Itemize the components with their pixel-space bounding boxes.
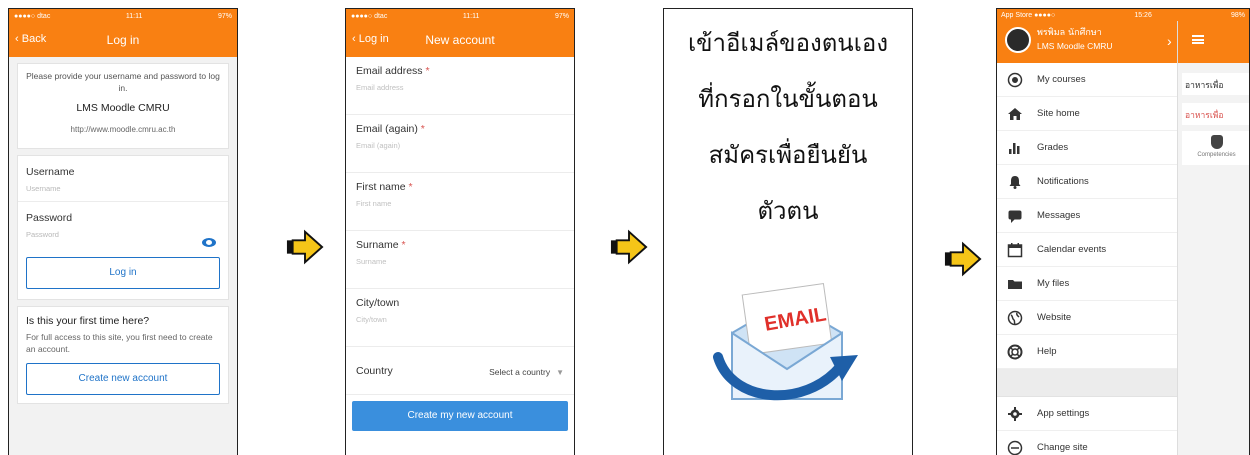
menu-item-my-courses[interactable]: My courses — [997, 63, 1177, 97]
surname-field[interactable]: Surname * Surname — [346, 231, 574, 289]
battery-label: 97% — [217, 12, 232, 20]
folder-icon — [1008, 279, 1022, 289]
arrow-right-icon — [286, 229, 324, 265]
create-my-account-button[interactable]: Create my new account — [352, 401, 568, 431]
email-again-field[interactable]: Email (again) * Email (again) — [346, 115, 574, 173]
status-bar: ●●●●○ dtac 11:11 97% — [9, 9, 237, 23]
site-url: http://www.moodle.cmru.ac.th — [70, 125, 176, 134]
bar-chart-icon — [1009, 142, 1020, 154]
instruction-panel: เข้าอีเมล์ของตนเอง ที่กรอกในขั้นตอน สมัค… — [663, 8, 913, 455]
instruction-line-3: สมัครเพื่อยืนยัน — [708, 141, 868, 169]
lifebuoy-icon — [1007, 344, 1023, 359]
caret-down-icon: ▼ — [556, 367, 564, 377]
new-account-screen: ●●●●○ dtac 11:11 97% ‹ Log in New accoun… — [345, 8, 575, 455]
change-site-icon — [1007, 440, 1023, 455]
user-header[interactable]: พรพิมล นักศึกษา LMS Moodle CMRU › — [997, 21, 1177, 63]
site-name: LMS Moodle CMRU — [76, 102, 170, 114]
menu-item-notifications[interactable]: Notifications — [997, 165, 1177, 199]
first-time-text: For full access to this site, you first … — [26, 332, 213, 354]
avatar — [1005, 27, 1031, 53]
app-menu-screen: App Store ●●●●○ 15:26 98% พรพิมล นักศึกษ… — [996, 8, 1250, 455]
course-item-active[interactable]: อาหารเพื่อ — [1182, 103, 1249, 125]
bell-icon — [1009, 175, 1021, 189]
nav-bar: ‹ Back Log in — [9, 23, 237, 57]
first-time-card: Is this your first time here? For full a… — [17, 306, 229, 404]
username-field[interactable]: Username Username — [18, 156, 228, 202]
menu-item-my-files[interactable]: My files — [997, 267, 1177, 301]
medal-icon — [1210, 135, 1223, 149]
city-field[interactable]: City/town City/town — [346, 289, 574, 347]
signup-form: Email address * Email address Email (aga… — [346, 57, 574, 431]
login-button[interactable]: Log in — [26, 257, 220, 289]
radio-icon — [1007, 72, 1023, 87]
back-button[interactable]: ‹ Log in — [352, 33, 389, 45]
hamburger-icon[interactable] — [1192, 35, 1204, 44]
instruction-line-2: ที่กรอกในขั้นตอน — [698, 85, 878, 113]
user-name: พรพิมล นักศึกษา — [1037, 28, 1102, 38]
side-menu: My courses Site home Grades Notification… — [997, 63, 1177, 455]
carrier-label: ●●●●○ dtac — [14, 12, 51, 20]
status-bar: ●●●●○ dtac 11:11 97% — [346, 9, 574, 23]
nav-bar: ‹ Log in New account — [346, 23, 574, 57]
course-header — [1178, 21, 1249, 63]
site-name: LMS Moodle CMRU — [1037, 41, 1113, 51]
menu-item-site-home[interactable]: Site home — [997, 97, 1177, 131]
first-time-question: Is this your first time here? — [26, 315, 150, 327]
login-form: Username Username Password Password Log … — [17, 155, 229, 300]
menu-item-change-site[interactable]: Change site — [997, 431, 1177, 455]
course-item[interactable]: อาหารเพื่อ — [1182, 73, 1249, 95]
back-button[interactable]: ‹ Back — [15, 33, 46, 45]
calendar-icon — [1007, 242, 1023, 257]
menu-item-grades[interactable]: Grades — [997, 131, 1177, 165]
chat-icon — [1008, 210, 1022, 223]
password-field[interactable]: Password Password — [18, 202, 228, 247]
chevron-right-icon: › — [1167, 33, 1172, 49]
tutorial-strip: ●●●●○ dtac 11:11 97% ‹ Back Log in Pleas… — [0, 0, 1250, 455]
home-icon — [1008, 107, 1022, 120]
site-intro-card: Please provide your username and passwor… — [17, 63, 229, 149]
email-envelope-icon: EMAIL — [713, 283, 858, 401]
login-screen: ●●●●○ dtac 11:11 97% ‹ Back Log in Pleas… — [8, 8, 238, 455]
status-bar: App Store ●●●●○ 15:26 98% — [997, 9, 1249, 21]
menu-item-app-settings[interactable]: App settings — [997, 397, 1177, 431]
menu-item-help[interactable]: Help — [997, 335, 1177, 369]
country-select[interactable]: Country Select a country ▼ — [346, 347, 574, 395]
menu-item-messages[interactable]: Messages — [997, 199, 1177, 233]
menu-item-calendar-events[interactable]: Calendar events — [997, 233, 1177, 267]
create-account-button[interactable]: Create new account — [26, 363, 220, 395]
globe-icon — [1007, 310, 1023, 325]
course-panel: อาหารเพื่อ อาหารเพื่อ Competencies — [1177, 21, 1249, 455]
instruction-line-1: เข้าอีเมล์ของตนเอง — [687, 29, 889, 57]
time-label: 11:11 — [125, 12, 143, 20]
intro-text: Please provide your username and passwor… — [26, 71, 220, 93]
instruction-line-4: ตัวตน — [757, 197, 819, 225]
first-name-field[interactable]: First name * First name — [346, 173, 574, 231]
menu-divider — [997, 369, 1177, 397]
gear-icon — [1008, 406, 1022, 421]
competencies-tab[interactable]: Competencies — [1182, 131, 1249, 165]
email-field[interactable]: Email address * Email address — [346, 57, 574, 115]
arrow-right-icon — [610, 229, 648, 265]
eye-icon[interactable] — [202, 238, 216, 247]
menu-item-website[interactable]: Website — [997, 301, 1177, 335]
arrow-right-icon — [944, 241, 982, 277]
